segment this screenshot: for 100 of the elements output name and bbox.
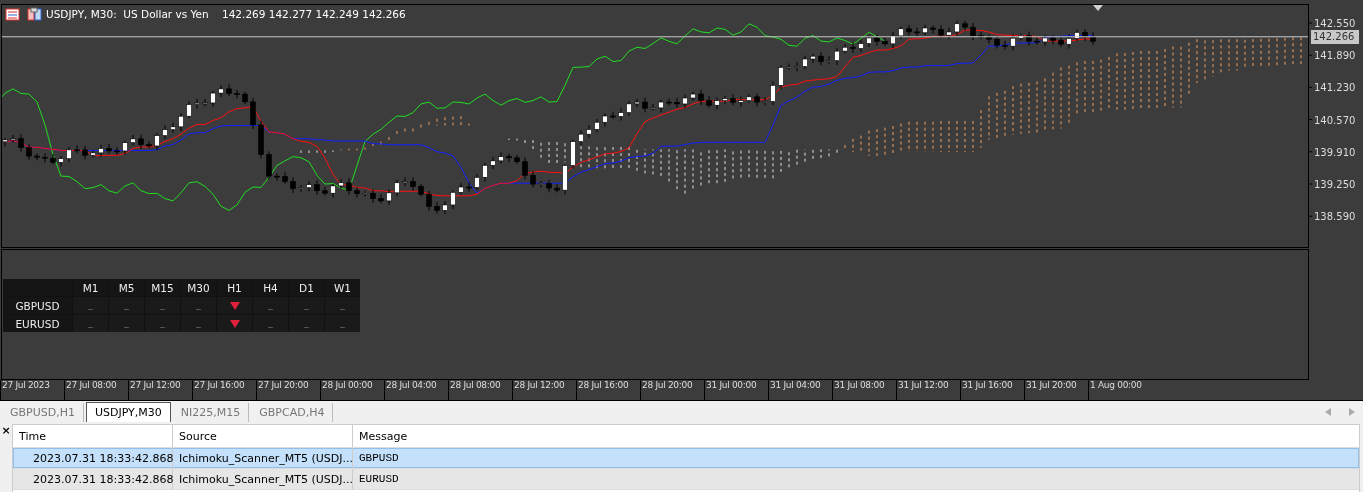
- candle: [578, 129, 584, 146]
- chart-title: USDJPY, M30: US Dollar vs Yen: [46, 8, 209, 20]
- candle: [306, 180, 312, 192]
- candle: [954, 20, 960, 37]
- candle: [802, 55, 808, 70]
- candle: [146, 140, 152, 149]
- candle: [618, 107, 624, 122]
- candle: [258, 120, 264, 159]
- candle: [442, 200, 448, 215]
- candle: [42, 152, 48, 164]
- price-tick: [1307, 119, 1313, 121]
- candle: [162, 124, 168, 140]
- candle: [538, 180, 544, 189]
- candle: [106, 143, 112, 155]
- candle: [738, 96, 744, 108]
- candle: [546, 179, 552, 193]
- candle: [50, 153, 56, 165]
- candle: [730, 93, 736, 106]
- candle: [274, 172, 280, 182]
- price-label: 141.230: [1314, 82, 1356, 94]
- price-label: 139.250: [1314, 179, 1356, 190]
- empty-signal: _: [160, 319, 165, 328]
- candle: [826, 55, 832, 65]
- candle: [658, 99, 664, 113]
- candle: [762, 96, 768, 106]
- symbol-label: GBPUSD: [3, 297, 72, 314]
- candle: [362, 190, 368, 197]
- price-label: 140.570: [1314, 114, 1356, 126]
- candle: [602, 112, 608, 128]
- candle: [194, 98, 200, 110]
- candle: [410, 177, 416, 192]
- save-icon[interactable]: [27, 7, 42, 21]
- chart-tab[interactable]: USDJPY,M30: [86, 402, 171, 422]
- candle: [226, 84, 232, 97]
- column-header[interactable]: Message: [353, 425, 1359, 447]
- candle: [1042, 34, 1048, 47]
- candle: [98, 144, 104, 158]
- timeframe-header: M15: [145, 279, 180, 296]
- candle: [434, 201, 440, 214]
- candle: [2, 137, 8, 147]
- candle: [938, 24, 944, 39]
- candle: [1010, 34, 1016, 51]
- candle: [674, 97, 680, 109]
- timeframe-header: M30: [181, 279, 216, 296]
- candle: [986, 34, 992, 44]
- candle: [946, 27, 952, 40]
- candle: [682, 93, 688, 109]
- price-label: 142.550: [1314, 18, 1356, 29]
- empty-signal: _: [268, 319, 273, 328]
- list-icon[interactable]: [5, 8, 20, 21]
- candle: [250, 97, 256, 130]
- candle: [58, 155, 64, 167]
- price-quotes: 142.269 142.277 142.249 142.266: [222, 8, 406, 20]
- candle: [522, 156, 528, 181]
- log-row[interactable]: 2023.07.31 18:33:42.868 Ichimoku_Scanner_MT5 (USDJ... EURUSD: [13, 469, 1359, 490]
- timeframe-header: D1: [289, 279, 324, 296]
- candle: [914, 27, 920, 38]
- empty-signal: _: [340, 319, 345, 328]
- candle: [930, 25, 936, 35]
- candle: [962, 20, 968, 31]
- candle: [10, 134, 16, 143]
- price-tick: [1307, 215, 1313, 217]
- log-row[interactable]: 2023.07.31 18:33:42.868 Ichimoku_Scanner_MT5 (USDJ... GBPUSD: [13, 448, 1359, 469]
- candle: [842, 43, 848, 54]
- empty-signal: _: [340, 301, 345, 310]
- candle: [82, 145, 88, 160]
- candle: [330, 183, 336, 199]
- candle: [858, 39, 864, 53]
- candle: [626, 100, 632, 117]
- candle: [74, 145, 80, 154]
- candle: [1066, 33, 1072, 50]
- candle: [898, 26, 904, 40]
- empty-signal: _: [160, 301, 165, 310]
- price-label: 138.590: [1314, 211, 1356, 223]
- candle: [186, 100, 192, 119]
- close-button[interactable]: ×: [1, 425, 11, 492]
- timeframe-header: M5: [109, 279, 144, 296]
- candle: [586, 124, 592, 139]
- price-tick: [1307, 54, 1313, 56]
- candle: [26, 143, 32, 161]
- shift-marker-icon[interactable]: [1093, 5, 1103, 11]
- empty-signal: _: [124, 301, 129, 310]
- candle: [322, 186, 328, 196]
- candle: [690, 91, 696, 102]
- candle: [770, 81, 776, 106]
- price-tick: [1307, 151, 1313, 153]
- candle: [154, 132, 160, 151]
- empty-signal: _: [88, 319, 93, 328]
- candle: [722, 95, 728, 105]
- candle: [266, 150, 272, 180]
- candle: [370, 188, 376, 204]
- column-header[interactable]: Source: [173, 425, 353, 447]
- candle: [754, 93, 760, 107]
- candle: [210, 90, 216, 108]
- candle: [90, 150, 96, 159]
- candle: [490, 156, 496, 170]
- source-cell: Ichimoku_Scanner_MT5 (USDJ...: [179, 472, 353, 486]
- column-header[interactable]: Time: [13, 425, 173, 447]
- candle: [1002, 40, 1008, 51]
- candle: [290, 177, 296, 194]
